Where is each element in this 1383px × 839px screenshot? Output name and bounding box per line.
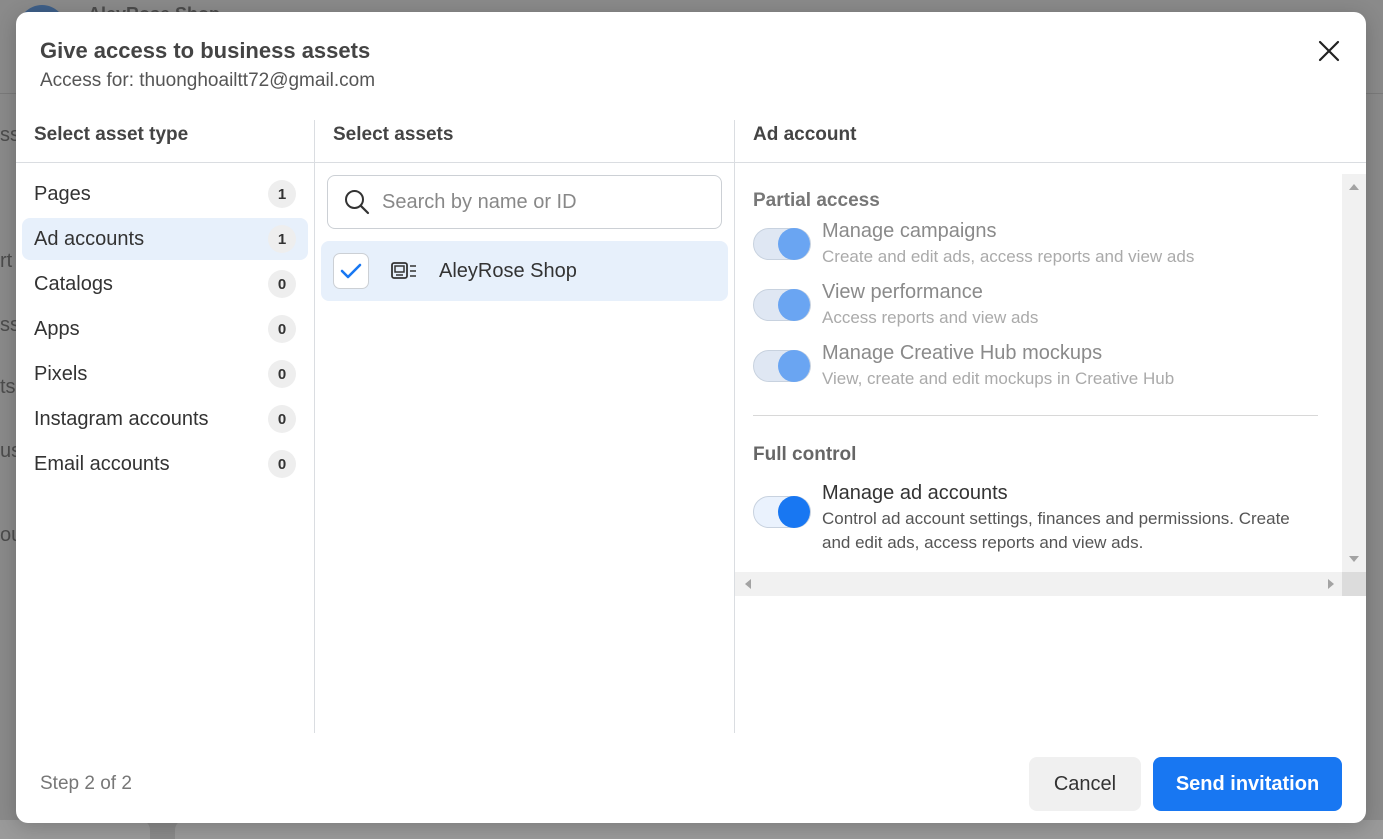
- permission-desc: Create and edit ads, access reports and …: [822, 247, 1195, 266]
- toggle-knob: [778, 350, 810, 382]
- full-control-title: Full control: [753, 444, 857, 465]
- permission-manage-campaigns: Manage campaigns Create and edit ads, ac…: [753, 220, 1342, 267]
- background-text: ts: [0, 376, 16, 398]
- permission-name: View performance: [822, 281, 983, 303]
- vertical-scrollbar[interactable]: [1342, 174, 1366, 572]
- checkmark-icon: [340, 263, 362, 279]
- asset-checkbox[interactable]: [333, 253, 369, 289]
- toggle-creative-hub[interactable]: [753, 350, 811, 382]
- permission-desc: Control ad account settings, finances an…: [822, 509, 1290, 552]
- close-button[interactable]: [1314, 36, 1344, 66]
- asset-type-column: Select asset type Pages 1 Ad accounts 1 …: [16, 120, 315, 733]
- partial-access-title: Partial access: [753, 190, 880, 211]
- asset-type-label: Ad accounts: [34, 227, 145, 250]
- permission-name: Manage ad accounts: [822, 482, 1008, 504]
- scroll-left-arrow-icon[interactable]: [745, 579, 751, 589]
- assets-heading: Select assets: [315, 120, 734, 163]
- asset-type-pixels[interactable]: Pixels 0: [22, 353, 308, 395]
- asset-type-label: Catalogs: [34, 272, 113, 295]
- step-indicator: Step 2 of 2: [40, 773, 132, 794]
- search-icon: [345, 190, 370, 215]
- count-badge: 1: [268, 225, 296, 253]
- scroll-right-arrow-icon[interactable]: [1328, 579, 1334, 589]
- count-badge: 0: [268, 405, 296, 433]
- count-badge: 0: [268, 315, 296, 343]
- asset-type-label: Pixels: [34, 362, 88, 385]
- horizontal-scrollbar[interactable]: [735, 572, 1342, 596]
- permission-view-performance: View performance Access reports and view…: [753, 281, 1342, 328]
- permission-name: Manage campaigns: [822, 220, 997, 242]
- count-badge: 0: [268, 360, 296, 388]
- close-icon: [1318, 40, 1340, 62]
- search-input[interactable]: [382, 190, 702, 214]
- background-text: rt: [0, 250, 13, 272]
- asset-type-apps[interactable]: Apps 0: [22, 308, 308, 350]
- count-badge: 0: [268, 270, 296, 298]
- section-divider: [753, 415, 1318, 416]
- send-invitation-button[interactable]: Send invitation: [1153, 757, 1342, 811]
- permission-manage-ad-accounts: Manage ad accounts Control ad account se…: [753, 482, 1342, 555]
- toggle-knob: [778, 496, 810, 528]
- permission-name: Manage Creative Hub mockups: [822, 342, 1103, 364]
- asset-type-label: Pages: [34, 182, 91, 205]
- toggle-view-performance[interactable]: [753, 289, 811, 321]
- assets-column: Select assets AleyRose Shop: [315, 120, 735, 733]
- asset-type-label: Apps: [34, 317, 80, 340]
- asset-type-list: Pages 1 Ad accounts 1 Catalogs 0 Apps 0 …: [16, 163, 314, 498]
- ad-account-icon: [391, 262, 417, 280]
- count-badge: 0: [268, 450, 296, 478]
- permission-desc: Access reports and view ads: [822, 308, 1039, 327]
- asset-type-heading: Select asset type: [16, 120, 314, 163]
- give-access-dialog: Give access to business assets Access fo…: [16, 12, 1366, 823]
- scroll-down-arrow-icon[interactable]: [1349, 556, 1359, 562]
- toggle-manage-ad-accounts[interactable]: [753, 496, 811, 528]
- asset-type-label: Instagram accounts: [34, 407, 209, 430]
- permission-desc: View, create and edit mockups in Creativ…: [822, 369, 1175, 388]
- toggle-knob: [778, 289, 810, 321]
- asset-type-instagram-accounts[interactable]: Instagram accounts 0: [22, 398, 308, 440]
- dialog-title: Give access to business assets: [40, 38, 371, 63]
- search-box[interactable]: [327, 175, 722, 229]
- toggle-manage-campaigns[interactable]: [753, 228, 811, 260]
- asset-type-email-accounts[interactable]: Email accounts 0: [22, 443, 308, 485]
- asset-type-catalogs[interactable]: Catalogs 0: [22, 263, 308, 305]
- asset-type-pages[interactable]: Pages 1: [22, 173, 308, 215]
- asset-row[interactable]: AleyRose Shop: [321, 241, 728, 301]
- cancel-button[interactable]: Cancel: [1029, 757, 1141, 811]
- permissions-heading: Ad account: [735, 120, 1366, 163]
- scrollbar-corner: [1342, 572, 1366, 596]
- scroll-up-arrow-icon[interactable]: [1349, 184, 1359, 190]
- asset-type-label: Email accounts: [34, 452, 170, 475]
- asset-type-ad-accounts[interactable]: Ad accounts 1: [22, 218, 308, 260]
- permission-creative-hub: Manage Creative Hub mockups View, create…: [753, 342, 1342, 389]
- count-badge: 1: [268, 180, 296, 208]
- dialog-subtitle: Access for: thuonghoailtt72@gmail.com: [40, 70, 376, 91]
- permissions-scroll-area: Partial access Manage campaigns Create a…: [735, 174, 1366, 596]
- asset-name: AleyRose Shop: [439, 259, 577, 282]
- toggle-knob: [778, 228, 810, 260]
- permissions-column: Ad account Partial access Manage campaig…: [735, 120, 1366, 733]
